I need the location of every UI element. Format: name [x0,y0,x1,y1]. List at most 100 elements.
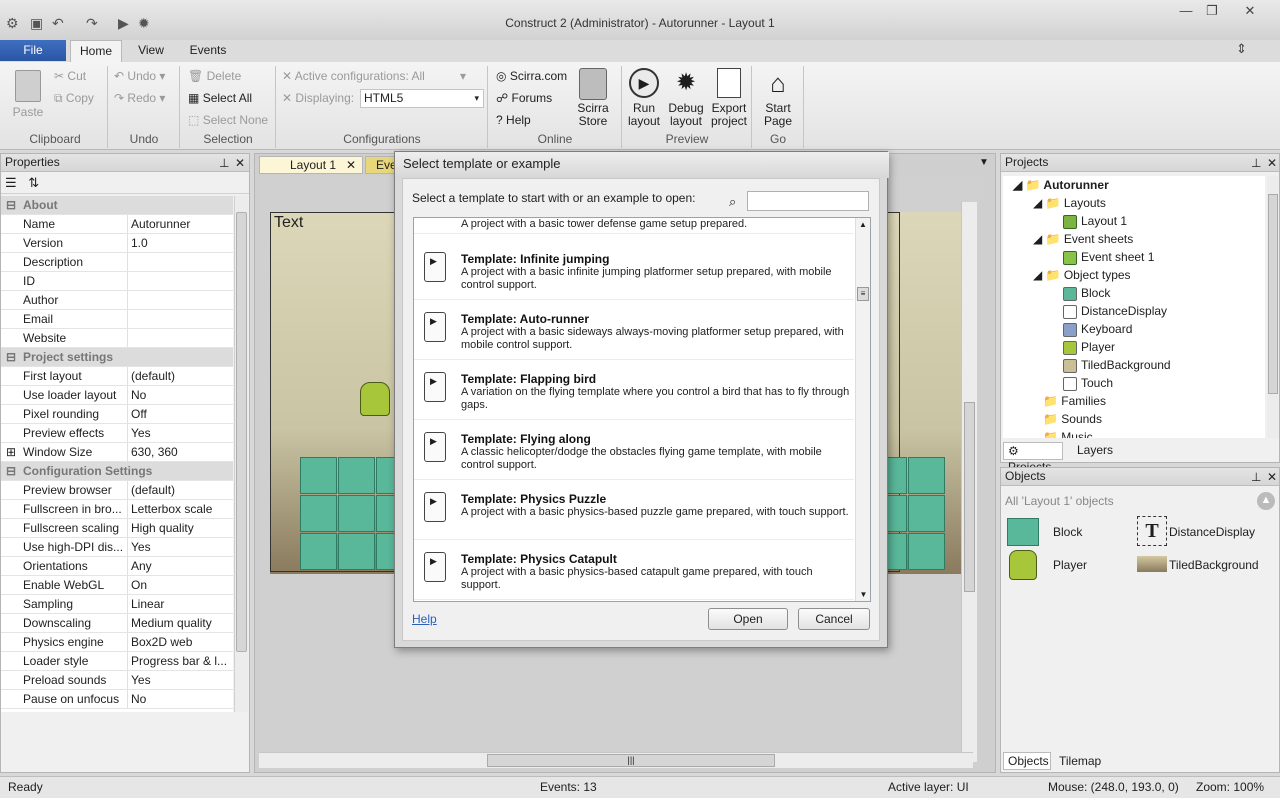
help-link[interactable]: ? Help [496,113,531,127]
close-icon[interactable]: ✕ [235,155,245,172]
editor-hscrollbar[interactable]: ||| [259,752,973,768]
tree-layouts[interactable]: ◢ 📁 Layouts [1033,196,1106,210]
property-row[interactable]: Orientations Any [1,557,233,576]
editor-vscrollbar[interactable] [961,202,977,762]
run-quick-icon[interactable]: ▶ [118,15,129,32]
projects-pin-icon[interactable]: ⊥ [1251,155,1261,172]
property-value[interactable]: (default) [131,481,231,499]
property-section[interactable]: ⊟ Configuration Settings [1,462,233,481]
property-row[interactable]: Downscaling Medium quality [1,614,233,633]
active-configurations-dropdown[interactable]: ✕ Active configurations: All ▾ [282,69,472,83]
list-item-partial[interactable]: A project with a basic tower defense gam… [414,218,854,234]
property-row[interactable]: First layout (default) [1,367,233,386]
properties-scrollbar[interactable] [234,196,248,712]
delete-button[interactable]: 🗑 Delete [188,69,241,83]
property-row[interactable]: Version 1.0 [1,234,233,253]
property-value[interactable]: Yes [131,671,231,689]
debug-quick-icon[interactable]: ✹ [138,15,150,32]
help-link-dialog[interactable]: Help [412,612,437,626]
pin-icon[interactable]: ⊥ [219,155,229,172]
paste-button[interactable]: Paste [6,68,50,119]
tree-object-item[interactable]: Block [1063,286,1110,301]
property-row[interactable]: Fullscreen scaling High quality [1,519,233,538]
displaying-select[interactable]: HTML5 ▾ [360,89,484,108]
property-row[interactable]: Description [1,253,233,272]
copy-button[interactable]: ⧉ Copy [54,91,94,106]
property-row[interactable]: Physics engine Box2D web [1,633,233,652]
property-value[interactable]: Medium quality [131,614,231,632]
redo-button[interactable]: ↷ Redo ▾ [114,91,165,105]
tree-object-item[interactable]: Player [1063,340,1115,355]
scirra-link[interactable]: ◎ Scirra.com [496,69,567,83]
forums-link[interactable]: ☍ Forums [496,91,552,105]
property-row[interactable]: Loader style Progress bar & l... [1,652,233,671]
object-tiled-bg-label[interactable]: TiledBackground [1169,558,1259,572]
tab-list-icon[interactable]: ▼ [979,157,989,168]
property-row[interactable]: Pause on unfocus No [1,690,233,709]
property-row[interactable]: Use high-DPI dis... Yes [1,538,233,557]
tab-file[interactable]: File [0,40,66,61]
search-input[interactable] [747,191,869,211]
property-value[interactable]: Autorunner [131,215,231,233]
property-value[interactable]: Off [131,405,231,423]
template-list-item[interactable]: ▶ Template: Infinite jumping A project wit… [414,240,854,300]
property-value[interactable]: No [131,386,231,404]
property-value[interactable]: No [131,690,231,708]
scroll-down-icon[interactable]: ▼ [856,590,871,599]
ribbon-collapse-icon[interactable]: ⇕ [1236,41,1247,57]
template-list-item[interactable]: ▶ Template: Physics Catapult A project wit… [414,540,854,600]
tree-object-item[interactable]: Keyboard [1063,322,1132,337]
template-list-item[interactable]: ▶ Template: Flying along A classic helicop… [414,420,854,480]
tree-music[interactable]: 📁 Music [1043,430,1093,438]
tab-projects[interactable]: ⚙ Projects [1003,442,1063,474]
property-section[interactable]: ⊟ Project settings [1,348,233,367]
template-list-item[interactable]: ▶ Template: Auto-runner A project with a b… [414,300,854,360]
tree-event-sheets[interactable]: ◢ 📁 Event sheets [1033,232,1133,246]
objects-close-icon[interactable]: ✕ [1267,469,1277,486]
property-row[interactable]: Preview browser (default) [1,481,233,500]
property-value[interactable]: Linear [131,595,231,613]
property-value[interactable]: Letterbox scale [131,500,231,518]
property-row[interactable]: Email [1,310,233,329]
template-list-item[interactable]: ▶ Template: Physics Puzzle A project with … [414,480,854,540]
object-text-icon[interactable]: T [1137,516,1167,546]
tab-layers[interactable]: Layers [1077,442,1113,458]
tab-tilemap[interactable]: Tilemap [1059,754,1101,768]
collapse-icon[interactable]: ⊟ [6,348,16,366]
cancel-button[interactable]: Cancel [798,608,870,630]
select-all-button[interactable]: ▦ Select All [188,91,252,105]
categorized-icon[interactable]: ☰ [5,175,17,190]
run-layout-button[interactable]: ▶ Run layout [624,68,664,128]
tree-root[interactable]: ◢ 📁 Autorunner [1013,178,1109,192]
property-section[interactable]: ⊟ About [1,196,233,215]
projects-scrollbar[interactable] [1267,176,1279,438]
tree-object-item[interactable]: Touch [1063,376,1113,391]
tab-home[interactable]: Home [70,40,122,62]
property-row[interactable]: Use loader layout No [1,386,233,405]
export-project-button[interactable]: Export project [708,68,750,128]
start-page-button[interactable]: ⌂ Start Page [756,68,800,128]
undo-button[interactable]: ↶ Undo ▾ [114,69,165,83]
property-value[interactable]: Yes [131,424,231,442]
tree-object-item[interactable]: TiledBackground [1063,358,1171,373]
scrollbar-thumb[interactable] [236,212,247,652]
hscroll-thumb[interactable]: ||| [487,754,775,767]
property-value[interactable]: (default) [131,367,231,385]
property-row[interactable]: Enable WebGL On [1,576,233,595]
close-window-button[interactable]: ✕ [1238,3,1262,19]
up-folder-icon[interactable]: ▲ [1257,492,1275,510]
property-value[interactable]: Progress bar & l... [131,652,231,670]
property-value[interactable]: Any [131,557,231,575]
property-row[interactable]: Preload sounds Yes [1,671,233,690]
list-scroll-thumb[interactable]: ≡ [857,287,869,301]
debug-layout-button[interactable]: ✹ Debug layout [666,68,706,128]
tree-event-sheet-1[interactable]: Event sheet 1 [1063,250,1154,265]
cut-button[interactable]: ✂ Cut [54,69,86,83]
property-value[interactable]: High quality [131,519,231,537]
tab-events[interactable]: Events [180,40,236,62]
tab-view[interactable]: View [128,40,174,62]
tree-families[interactable]: 📁 Families [1043,394,1106,408]
sort-az-icon[interactable]: ⇅ [28,175,39,190]
property-value[interactable]: Box2D web [131,633,231,651]
save-icon[interactable]: ▣ [30,15,43,32]
